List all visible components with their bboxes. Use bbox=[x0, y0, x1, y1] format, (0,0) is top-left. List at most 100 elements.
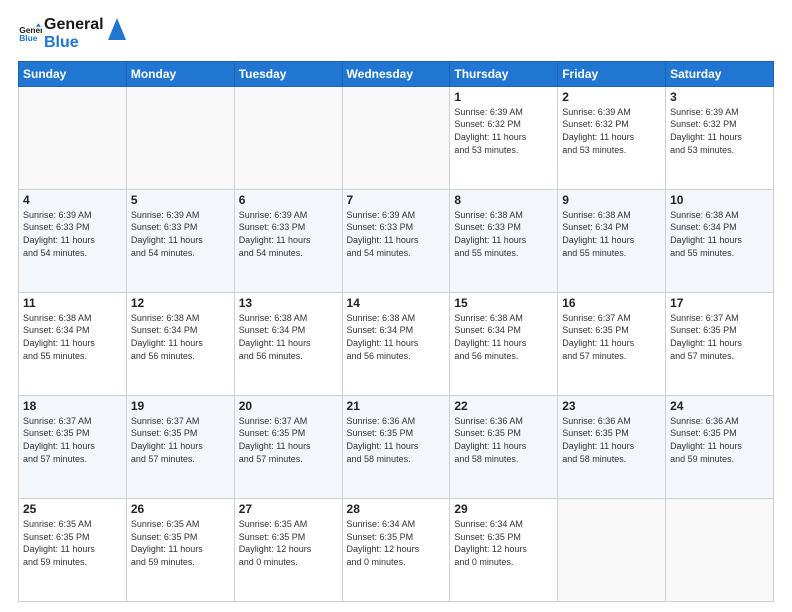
day-info: Sunrise: 6:35 AM Sunset: 6:35 PM Dayligh… bbox=[131, 518, 230, 568]
day-info: Sunrise: 6:37 AM Sunset: 6:35 PM Dayligh… bbox=[239, 415, 338, 465]
calendar-cell bbox=[19, 86, 127, 189]
col-header-sunday: Sunday bbox=[19, 61, 127, 86]
calendar-cell: 4 Sunrise: 6:39 AM Sunset: 6:33 PM Daylig… bbox=[19, 189, 127, 292]
day-info: Sunrise: 6:35 AM Sunset: 6:35 PM Dayligh… bbox=[23, 518, 122, 568]
calendar-cell: 17 Sunrise: 6:37 AM Sunset: 6:35 PM Dayli… bbox=[666, 292, 774, 395]
calendar-cell: 11 Sunrise: 6:38 AM Sunset: 6:34 PM Dayli… bbox=[19, 292, 127, 395]
col-header-friday: Friday bbox=[558, 61, 666, 86]
calendar-table: SundayMondayTuesdayWednesdayThursdayFrid… bbox=[18, 61, 774, 602]
calendar-cell: 19 Sunrise: 6:37 AM Sunset: 6:35 PM Dayli… bbox=[126, 395, 234, 498]
calendar-cell: 27 Sunrise: 6:35 AM Sunset: 6:35 PM Dayli… bbox=[234, 498, 342, 601]
day-info: Sunrise: 6:36 AM Sunset: 6:35 PM Dayligh… bbox=[347, 415, 446, 465]
day-info: Sunrise: 6:37 AM Sunset: 6:35 PM Dayligh… bbox=[23, 415, 122, 465]
day-number: 27 bbox=[239, 502, 338, 516]
logo-triangle-icon bbox=[108, 18, 126, 40]
svg-text:Blue: Blue bbox=[19, 34, 38, 44]
calendar-cell: 3 Sunrise: 6:39 AM Sunset: 6:32 PM Daylig… bbox=[666, 86, 774, 189]
calendar-cell: 16 Sunrise: 6:37 AM Sunset: 6:35 PM Dayli… bbox=[558, 292, 666, 395]
day-number: 11 bbox=[23, 296, 122, 310]
calendar-week-row: 11 Sunrise: 6:38 AM Sunset: 6:34 PM Dayli… bbox=[19, 292, 774, 395]
logo-blue: Blue bbox=[44, 34, 104, 52]
day-number: 19 bbox=[131, 399, 230, 413]
calendar-cell: 29 Sunrise: 6:34 AM Sunset: 6:35 PM Dayli… bbox=[450, 498, 558, 601]
day-number: 6 bbox=[239, 193, 338, 207]
day-info: Sunrise: 6:39 AM Sunset: 6:33 PM Dayligh… bbox=[131, 209, 230, 259]
calendar-cell: 24 Sunrise: 6:36 AM Sunset: 6:35 PM Dayli… bbox=[666, 395, 774, 498]
day-number: 26 bbox=[131, 502, 230, 516]
calendar-cell: 20 Sunrise: 6:37 AM Sunset: 6:35 PM Dayli… bbox=[234, 395, 342, 498]
calendar-cell: 13 Sunrise: 6:38 AM Sunset: 6:34 PM Dayli… bbox=[234, 292, 342, 395]
calendar-cell: 9 Sunrise: 6:38 AM Sunset: 6:34 PM Daylig… bbox=[558, 189, 666, 292]
day-info: Sunrise: 6:39 AM Sunset: 6:33 PM Dayligh… bbox=[347, 209, 446, 259]
day-info: Sunrise: 6:37 AM Sunset: 6:35 PM Dayligh… bbox=[562, 312, 661, 362]
calendar-cell bbox=[126, 86, 234, 189]
col-header-saturday: Saturday bbox=[666, 61, 774, 86]
day-info: Sunrise: 6:38 AM Sunset: 6:34 PM Dayligh… bbox=[454, 312, 553, 362]
day-number: 3 bbox=[670, 90, 769, 104]
day-number: 13 bbox=[239, 296, 338, 310]
calendar-cell: 5 Sunrise: 6:39 AM Sunset: 6:33 PM Daylig… bbox=[126, 189, 234, 292]
day-info: Sunrise: 6:35 AM Sunset: 6:35 PM Dayligh… bbox=[239, 518, 338, 568]
calendar-cell bbox=[342, 86, 450, 189]
day-number: 4 bbox=[23, 193, 122, 207]
calendar-week-row: 25Sunrise: 6:35 AM Sunset: 6:35 PM Dayli… bbox=[19, 498, 774, 601]
calendar-cell: 7 Sunrise: 6:39 AM Sunset: 6:33 PM Daylig… bbox=[342, 189, 450, 292]
day-number: 16 bbox=[562, 296, 661, 310]
calendar-cell: 23Sunrise: 6:36 AM Sunset: 6:35 PM Dayli… bbox=[558, 395, 666, 498]
day-info: Sunrise: 6:38 AM Sunset: 6:33 PM Dayligh… bbox=[454, 209, 553, 259]
calendar-cell: 18 Sunrise: 6:37 AM Sunset: 6:35 PM Dayli… bbox=[19, 395, 127, 498]
calendar-cell bbox=[234, 86, 342, 189]
day-number: 10 bbox=[670, 193, 769, 207]
calendar-cell bbox=[558, 498, 666, 601]
day-number: 17 bbox=[670, 296, 769, 310]
calendar-cell: 15 Sunrise: 6:38 AM Sunset: 6:34 PM Dayli… bbox=[450, 292, 558, 395]
calendar-week-row: 4 Sunrise: 6:39 AM Sunset: 6:33 PM Daylig… bbox=[19, 189, 774, 292]
calendar-cell bbox=[666, 498, 774, 601]
day-number: 21 bbox=[347, 399, 446, 413]
calendar-week-row: 1 Sunrise: 6:39 AM Sunset: 6:32 PM Daylig… bbox=[19, 86, 774, 189]
calendar-header-row: SundayMondayTuesdayWednesdayThursdayFrid… bbox=[19, 61, 774, 86]
day-info: Sunrise: 6:38 AM Sunset: 6:34 PM Dayligh… bbox=[347, 312, 446, 362]
day-info: Sunrise: 6:39 AM Sunset: 6:33 PM Dayligh… bbox=[239, 209, 338, 259]
day-number: 23 bbox=[562, 399, 661, 413]
day-info: Sunrise: 6:38 AM Sunset: 6:34 PM Dayligh… bbox=[562, 209, 661, 259]
day-info: Sunrise: 6:36 AM Sunset: 6:35 PM Dayligh… bbox=[670, 415, 769, 465]
day-number: 12 bbox=[131, 296, 230, 310]
calendar-cell: 28Sunrise: 6:34 AM Sunset: 6:35 PM Dayli… bbox=[342, 498, 450, 601]
col-header-thursday: Thursday bbox=[450, 61, 558, 86]
calendar-cell: 21 Sunrise: 6:36 AM Sunset: 6:35 PM Dayli… bbox=[342, 395, 450, 498]
day-number: 29 bbox=[454, 502, 553, 516]
day-number: 20 bbox=[239, 399, 338, 413]
day-info: Sunrise: 6:37 AM Sunset: 6:35 PM Dayligh… bbox=[131, 415, 230, 465]
day-number: 2 bbox=[562, 90, 661, 104]
day-info: Sunrise: 6:34 AM Sunset: 6:35 PM Dayligh… bbox=[454, 518, 553, 568]
page: General Blue General Blue SundayMondayTu… bbox=[0, 0, 792, 612]
day-number: 5 bbox=[131, 193, 230, 207]
calendar-cell: 22Sunrise: 6:36 AM Sunset: 6:35 PM Dayli… bbox=[450, 395, 558, 498]
day-number: 15 bbox=[454, 296, 553, 310]
calendar-cell: 1 Sunrise: 6:39 AM Sunset: 6:32 PM Daylig… bbox=[450, 86, 558, 189]
day-number: 7 bbox=[347, 193, 446, 207]
day-info: Sunrise: 6:39 AM Sunset: 6:32 PM Dayligh… bbox=[454, 106, 553, 156]
day-info: Sunrise: 6:39 AM Sunset: 6:32 PM Dayligh… bbox=[670, 106, 769, 156]
calendar-cell: 26 Sunrise: 6:35 AM Sunset: 6:35 PM Dayli… bbox=[126, 498, 234, 601]
day-number: 9 bbox=[562, 193, 661, 207]
day-number: 24 bbox=[670, 399, 769, 413]
calendar-cell: 10Sunrise: 6:38 AM Sunset: 6:34 PM Dayli… bbox=[666, 189, 774, 292]
day-info: Sunrise: 6:38 AM Sunset: 6:34 PM Dayligh… bbox=[131, 312, 230, 362]
calendar-cell: 12 Sunrise: 6:38 AM Sunset: 6:34 PM Dayli… bbox=[126, 292, 234, 395]
calendar-week-row: 18 Sunrise: 6:37 AM Sunset: 6:35 PM Dayli… bbox=[19, 395, 774, 498]
logo-general: General bbox=[44, 16, 104, 34]
day-number: 18 bbox=[23, 399, 122, 413]
day-info: Sunrise: 6:38 AM Sunset: 6:34 PM Dayligh… bbox=[239, 312, 338, 362]
day-info: Sunrise: 6:37 AM Sunset: 6:35 PM Dayligh… bbox=[670, 312, 769, 362]
day-info: Sunrise: 6:39 AM Sunset: 6:33 PM Dayligh… bbox=[23, 209, 122, 259]
logo-icon: General Blue bbox=[18, 22, 42, 46]
day-info: Sunrise: 6:34 AM Sunset: 6:35 PM Dayligh… bbox=[347, 518, 446, 568]
header: General Blue General Blue bbox=[18, 16, 774, 53]
day-number: 22 bbox=[454, 399, 553, 413]
day-number: 8 bbox=[454, 193, 553, 207]
logo: General Blue General Blue bbox=[18, 16, 126, 53]
day-info: Sunrise: 6:38 AM Sunset: 6:34 PM Dayligh… bbox=[23, 312, 122, 362]
day-number: 1 bbox=[454, 90, 553, 104]
